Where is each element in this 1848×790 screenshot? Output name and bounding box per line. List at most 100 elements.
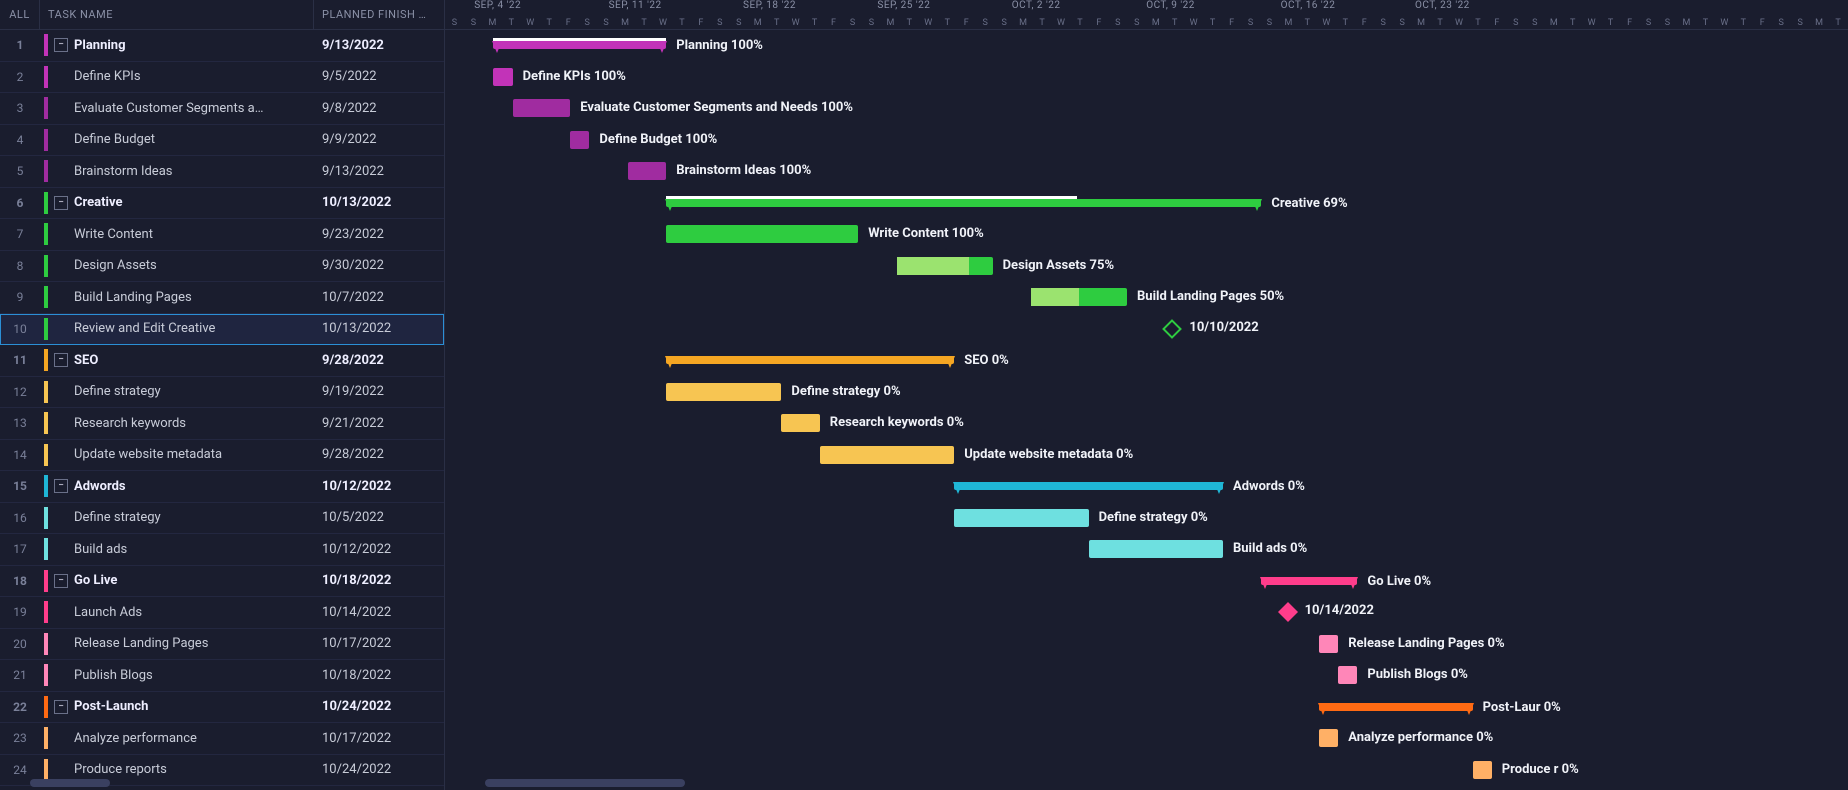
collapse-icon[interactable]: −: [54, 479, 68, 493]
table-row[interactable]: 2Define KPIs9/5/2022: [0, 62, 444, 94]
table-row[interactable]: 9Build Landing Pages10/7/2022: [0, 282, 444, 314]
task-name-cell[interactable]: Build Landing Pages: [40, 286, 314, 308]
table-row[interactable]: 3Evaluate Customer Segments a…9/8/2022: [0, 93, 444, 125]
summary-bar[interactable]: SEO 0%: [666, 356, 954, 364]
finish-date[interactable]: 9/5/2022: [314, 69, 444, 84]
table-row[interactable]: 16Define strategy10/5/2022: [0, 503, 444, 535]
table-row[interactable]: 8Design Assets9/30/2022: [0, 251, 444, 283]
milestone[interactable]: [1278, 602, 1298, 622]
task-name-cell[interactable]: Define strategy: [40, 507, 314, 529]
header-all[interactable]: ALL: [0, 0, 40, 29]
table-row[interactable]: 5Brainstorm Ideas9/13/2022: [0, 156, 444, 188]
finish-date[interactable]: 9/23/2022: [314, 227, 444, 242]
task-bar[interactable]: Build ads 0%: [1089, 540, 1223, 558]
table-row[interactable]: 7Write Content9/23/2022: [0, 219, 444, 251]
table-row[interactable]: 18−Go Live10/18/2022: [0, 566, 444, 598]
collapse-icon[interactable]: −: [54, 353, 68, 367]
task-name-cell[interactable]: Write Content: [40, 223, 314, 245]
finish-date[interactable]: 9/30/2022: [314, 258, 444, 273]
table-row[interactable]: 23Analyze performance10/17/2022: [0, 723, 444, 755]
task-bar[interactable]: Analyze performance 0%: [1319, 729, 1338, 747]
table-row[interactable]: 12Define strategy9/19/2022: [0, 377, 444, 409]
finish-date[interactable]: 10/13/2022: [314, 321, 444, 336]
task-name-cell[interactable]: Define Budget: [40, 129, 314, 151]
chart-scrollbar[interactable]: [485, 779, 685, 787]
finish-date[interactable]: 10/14/2022: [314, 605, 444, 620]
finish-date[interactable]: 9/9/2022: [314, 132, 444, 147]
table-row[interactable]: 6−Creative10/13/2022: [0, 188, 444, 220]
table-row[interactable]: 1−Planning9/13/2022: [0, 30, 444, 62]
summary-bar[interactable]: Creative 69%: [666, 199, 1261, 207]
task-name-cell[interactable]: −Post-Launch: [40, 696, 314, 718]
task-bar[interactable]: Release Landing Pages 0%: [1319, 635, 1338, 653]
finish-date[interactable]: 10/13/2022: [314, 195, 444, 210]
task-name-cell[interactable]: Launch Ads: [40, 601, 314, 623]
finish-date[interactable]: 10/7/2022: [314, 290, 444, 305]
table-row[interactable]: 19Launch Ads10/14/2022: [0, 597, 444, 629]
finish-date[interactable]: 10/18/2022: [314, 573, 444, 588]
task-name-cell[interactable]: −SEO: [40, 349, 314, 371]
task-bar[interactable]: Define Budget 100%: [570, 131, 589, 149]
finish-date[interactable]: 10/17/2022: [314, 731, 444, 746]
task-name-cell[interactable]: Update website metadata: [40, 444, 314, 466]
finish-date[interactable]: 9/13/2022: [314, 38, 444, 53]
header-finish[interactable]: PLANNED FINISH …: [314, 0, 444, 29]
summary-bar[interactable]: Go Live 0%: [1261, 577, 1357, 585]
task-name-cell[interactable]: Research keywords: [40, 412, 314, 434]
finish-date[interactable]: 9/19/2022: [314, 384, 444, 399]
finish-date[interactable]: 9/28/2022: [314, 353, 444, 368]
summary-bar[interactable]: Planning 100%: [493, 41, 666, 49]
task-bar[interactable]: Produce r 0%: [1473, 761, 1492, 779]
finish-date[interactable]: 9/21/2022: [314, 416, 444, 431]
finish-date[interactable]: 10/12/2022: [314, 542, 444, 557]
table-row[interactable]: 22−Post-Launch10/24/2022: [0, 692, 444, 724]
finish-date[interactable]: 10/5/2022: [314, 510, 444, 525]
table-row[interactable]: 17Build ads10/12/2022: [0, 534, 444, 566]
task-name-cell[interactable]: Design Assets: [40, 255, 314, 277]
task-bar[interactable]: Research keywords 0%: [781, 414, 819, 432]
finish-date[interactable]: 10/24/2022: [314, 699, 444, 714]
task-bar[interactable]: Define strategy 0%: [666, 383, 781, 401]
left-scrollbar[interactable]: [30, 779, 110, 787]
task-name-cell[interactable]: −Go Live: [40, 570, 314, 592]
milestone[interactable]: [1162, 319, 1182, 339]
task-name-cell[interactable]: Build ads: [40, 538, 314, 560]
table-row[interactable]: 11−SEO9/28/2022: [0, 345, 444, 377]
task-bar[interactable]: Evaluate Customer Segments and Needs 100…: [513, 99, 571, 117]
finish-date[interactable]: 10/18/2022: [314, 668, 444, 683]
collapse-icon[interactable]: −: [54, 574, 68, 588]
finish-date[interactable]: 10/17/2022: [314, 636, 444, 651]
table-row[interactable]: 10Review and Edit Creative10/13/2022: [0, 314, 444, 346]
task-name-cell[interactable]: Brainstorm Ideas: [40, 160, 314, 182]
task-name-cell[interactable]: −Adwords: [40, 475, 314, 497]
task-bar[interactable]: Brainstorm Ideas 100%: [628, 162, 666, 180]
task-name-cell[interactable]: Analyze performance: [40, 727, 314, 749]
task-name-cell[interactable]: Review and Edit Creative: [40, 318, 314, 340]
chart-body[interactable]: Planning 100% Define KPIs 100%Evaluate Cu…: [445, 30, 1848, 786]
task-name-cell[interactable]: Release Landing Pages: [40, 633, 314, 655]
finish-date[interactable]: 9/28/2022: [314, 447, 444, 462]
task-bar[interactable]: Update website metadata 0%: [820, 446, 954, 464]
task-name-cell[interactable]: Evaluate Customer Segments a…: [40, 97, 314, 119]
task-name-cell[interactable]: Define KPIs: [40, 66, 314, 88]
task-bar[interactable]: Write Content 100%: [666, 225, 858, 243]
finish-date[interactable]: 9/8/2022: [314, 101, 444, 116]
finish-date[interactable]: 9/13/2022: [314, 164, 444, 179]
task-bar[interactable]: Publish Blogs 0%: [1338, 666, 1357, 684]
summary-bar[interactable]: Post-Laur 0%: [1319, 703, 1473, 711]
table-row[interactable]: 15−Adwords10/12/2022: [0, 471, 444, 503]
task-bar[interactable]: Build Landing Pages 50%: [1031, 288, 1127, 306]
header-name[interactable]: TASK NAME: [40, 0, 314, 29]
table-row[interactable]: 21Publish Blogs10/18/2022: [0, 660, 444, 692]
collapse-icon[interactable]: −: [54, 38, 68, 52]
table-row[interactable]: 20Release Landing Pages10/17/2022: [0, 629, 444, 661]
task-name-cell[interactable]: Define strategy: [40, 381, 314, 403]
summary-bar[interactable]: Adwords 0%: [954, 482, 1223, 490]
task-name-cell[interactable]: Publish Blogs: [40, 664, 314, 686]
task-bar[interactable]: Define KPIs 100%: [493, 68, 512, 86]
collapse-icon[interactable]: −: [54, 700, 68, 714]
finish-date[interactable]: 10/12/2022: [314, 479, 444, 494]
task-name-cell[interactable]: Produce reports: [40, 759, 314, 781]
task-bar[interactable]: Design Assets 75%: [897, 257, 993, 275]
table-row[interactable]: 4Define Budget9/9/2022: [0, 125, 444, 157]
